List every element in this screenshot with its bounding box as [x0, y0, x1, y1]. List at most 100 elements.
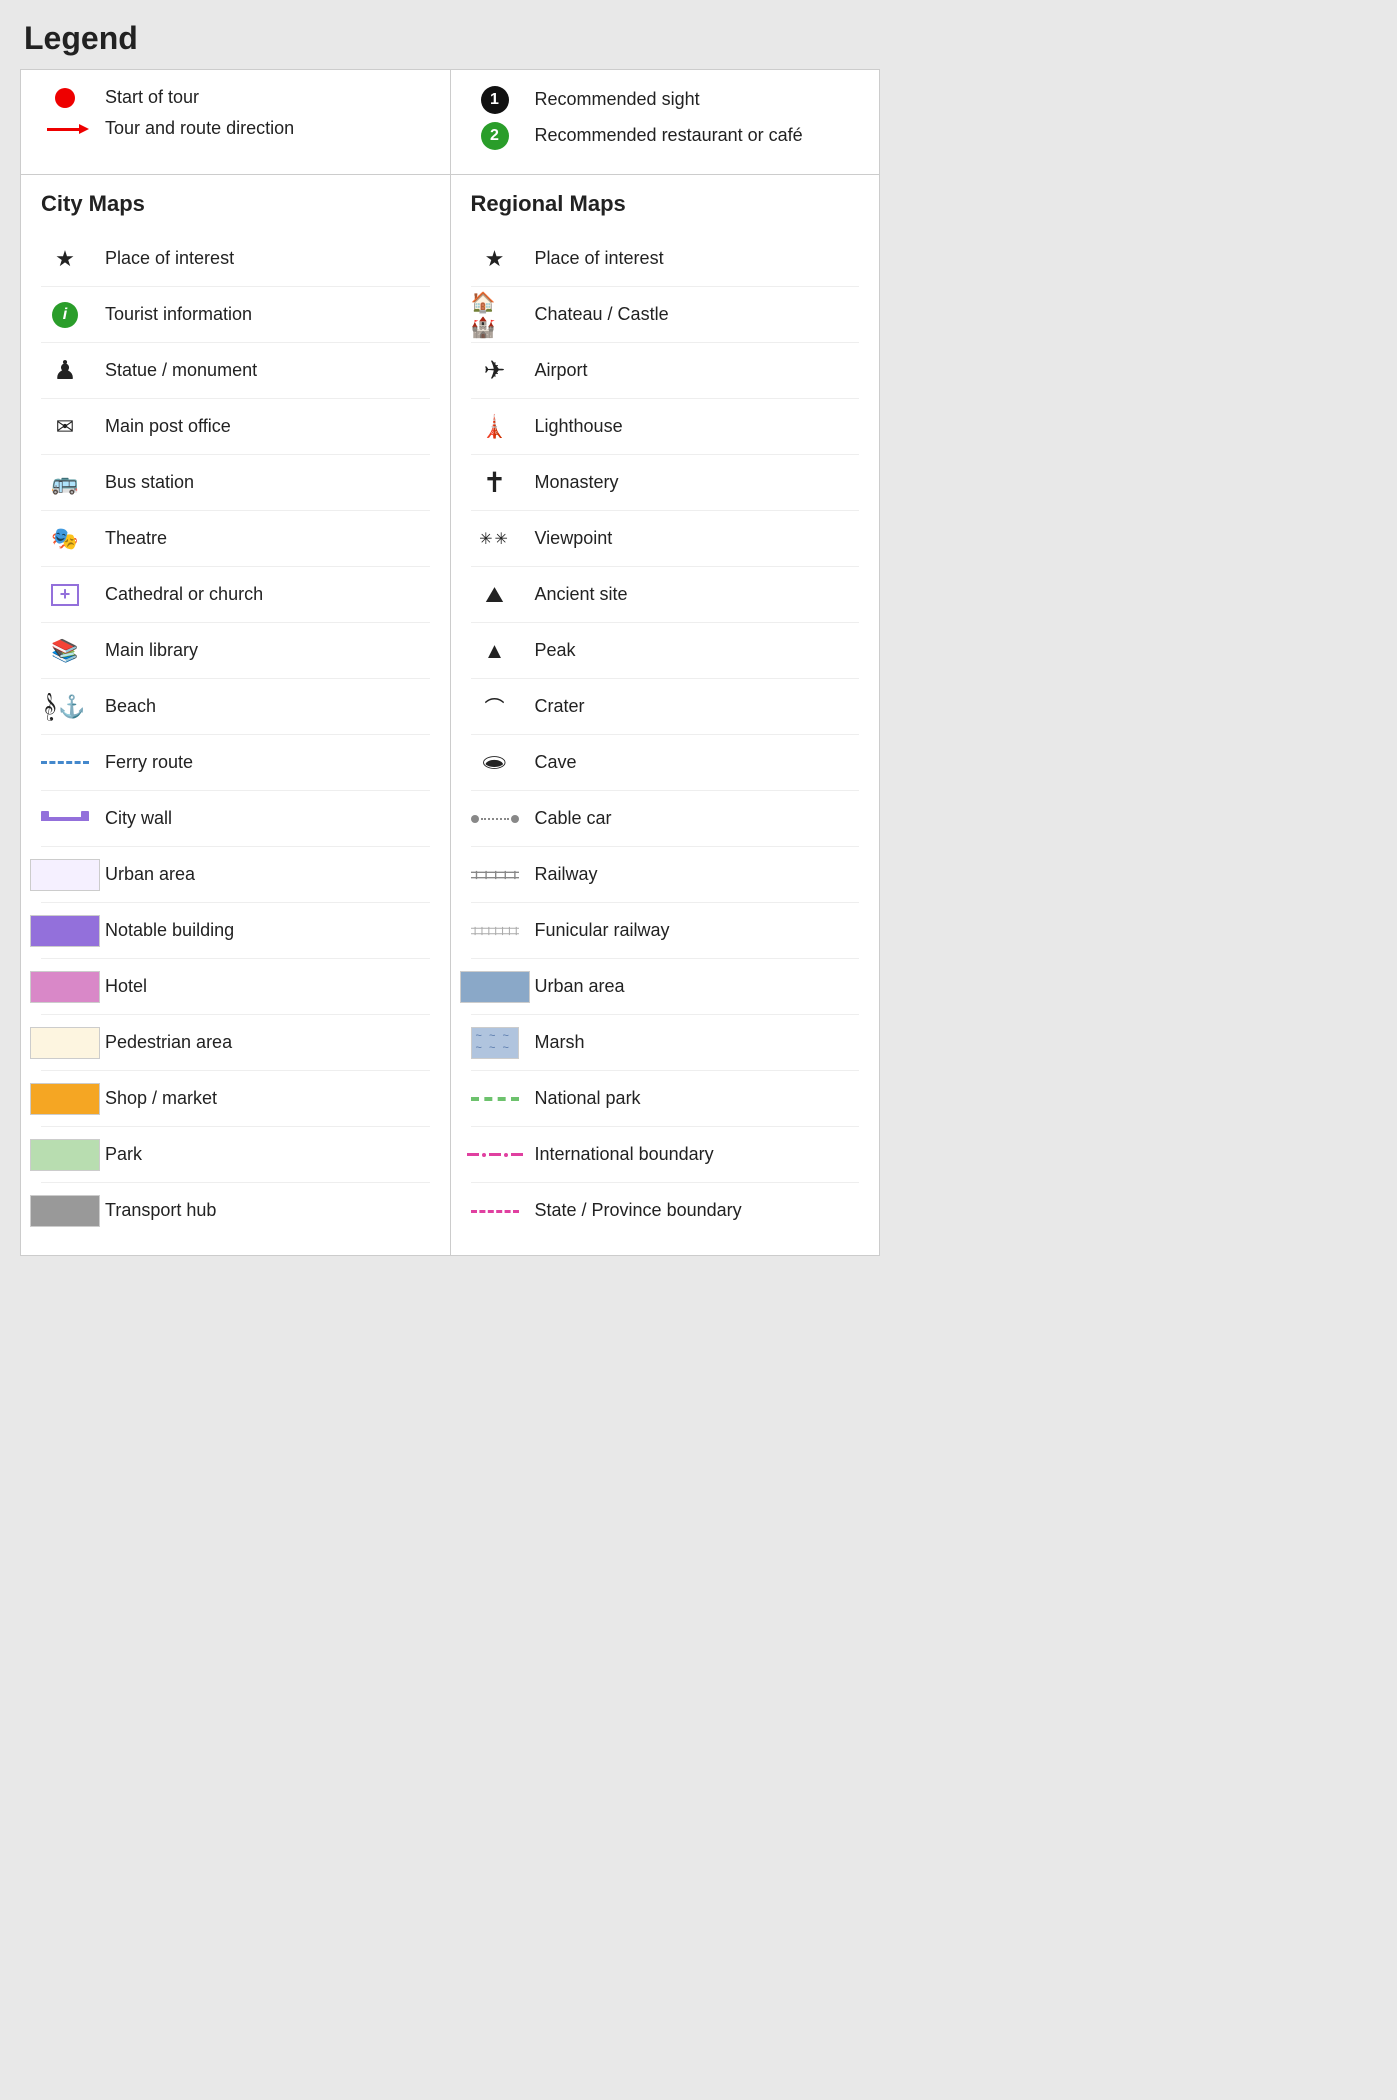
regional-maps-title: Regional Maps — [471, 191, 860, 217]
regional-peak-icon: ▲ — [471, 638, 519, 664]
city-library: 📚 Main library — [41, 623, 430, 679]
regional-monastery-label: Monastery — [535, 471, 619, 494]
start-of-tour-row: Start of tour — [41, 86, 430, 109]
regional-cable-car-icon — [471, 815, 519, 823]
city-library-icon: 📚 — [41, 638, 89, 664]
top-left-panel: Start of tour Tour and route direction — [21, 70, 451, 174]
regional-funicular-icon — [471, 924, 519, 938]
city-wall-label: City wall — [105, 807, 172, 830]
city-ferry-icon — [41, 761, 89, 764]
city-urban-swatch — [41, 859, 89, 891]
city-notable-building: Notable building — [41, 903, 430, 959]
regional-marsh-label: Marsh — [535, 1031, 585, 1054]
regional-airport: ✈ Airport — [471, 343, 860, 399]
city-park-swatch — [41, 1139, 89, 1171]
city-envelope-icon: ✉ — [41, 414, 89, 440]
city-star-icon: ★ — [41, 246, 89, 272]
legend-title: Legend — [20, 20, 880, 57]
city-ferry-label: Ferry route — [105, 751, 193, 774]
regional-national-park-label: National park — [535, 1087, 641, 1110]
regional-urban-label: Urban area — [535, 975, 625, 998]
city-theatre-label: Theatre — [105, 527, 167, 550]
city-shop-swatch — [41, 1083, 89, 1115]
regional-funicular-label: Funicular railway — [535, 919, 670, 942]
city-shop: Shop / market — [41, 1071, 430, 1127]
regional-urban-swatch — [471, 971, 519, 1003]
city-church-icon: + — [41, 584, 89, 606]
city-transport-swatch — [41, 1195, 89, 1227]
red-arrow-icon — [41, 128, 89, 131]
city-theatre: 🎭 Theatre — [41, 511, 430, 567]
city-cathedral: + Cathedral or church — [41, 567, 430, 623]
city-hotel: Hotel — [41, 959, 430, 1015]
city-tourist-info: i Tourist information — [41, 287, 430, 343]
regional-national-park: National park — [471, 1071, 860, 1127]
regional-marsh-swatch — [471, 1027, 519, 1059]
city-pedestrian: Pedestrian area — [41, 1015, 430, 1071]
city-bus-icon: 🚌 — [41, 470, 89, 496]
regional-funicular: Funicular railway — [471, 903, 860, 959]
top-right-panel: 1 Recommended sight 2 Recommended restau… — [451, 70, 880, 174]
regional-intl-boundary-label: International boundary — [535, 1143, 714, 1166]
regional-ancient-site: ⛰ Ancient site — [471, 567, 860, 623]
city-urban-label: Urban area — [105, 863, 195, 886]
regional-railway: Railway — [471, 847, 860, 903]
regional-castle-icon: 🏠🏰 — [471, 290, 519, 340]
city-post-office: ✉ Main post office — [41, 399, 430, 455]
city-bus-station: 🚌 Bus station — [41, 455, 430, 511]
regional-ancient-label: Ancient site — [535, 583, 628, 606]
city-transport-label: Transport hub — [105, 1199, 216, 1222]
regional-monastery: ✝ Monastery — [471, 455, 860, 511]
city-beach-label: Beach — [105, 695, 156, 718]
regional-lighthouse-icon: 🗼 — [471, 414, 519, 440]
start-of-tour-label: Start of tour — [105, 86, 199, 109]
city-pedestrian-swatch — [41, 1027, 89, 1059]
regional-national-park-icon — [471, 1097, 519, 1101]
regional-place-label: Place of interest — [535, 247, 664, 270]
regional-crater-label: Crater — [535, 695, 585, 718]
city-statue-label: Statue / monument — [105, 359, 257, 382]
city-maps-title: City Maps — [41, 191, 430, 217]
city-ferry: Ferry route — [41, 735, 430, 791]
city-notable-swatch — [41, 915, 89, 947]
city-hotel-swatch — [41, 971, 89, 1003]
city-maps-column: City Maps ★ Place of interest i Tourist … — [21, 175, 451, 1255]
city-tourist-label: Tourist information — [105, 303, 252, 326]
city-shop-label: Shop / market — [105, 1087, 217, 1110]
recommended-restaurant-icon: 2 — [471, 122, 519, 150]
regional-airport-icon: ✈ — [471, 355, 519, 386]
city-bus-label: Bus station — [105, 471, 194, 494]
regional-marsh: Marsh — [471, 1015, 860, 1071]
regional-cave-icon: 🕳 — [471, 750, 519, 776]
tour-route-label: Tour and route direction — [105, 117, 294, 140]
regional-ancient-icon: ⛰ — [471, 582, 519, 608]
regional-viewpoint: ✳✳ Viewpoint — [471, 511, 860, 567]
city-theatre-icon: 🎭 — [41, 526, 89, 552]
city-park: Park — [41, 1127, 430, 1183]
regional-intl-boundary-icon — [471, 1153, 519, 1157]
city-post-label: Main post office — [105, 415, 231, 438]
city-cathedral-label: Cathedral or church — [105, 583, 263, 606]
city-place-of-interest: ★ Place of interest — [41, 231, 430, 287]
regional-cave: 🕳 Cave — [471, 735, 860, 791]
recommended-sight-icon: 1 — [471, 86, 519, 114]
regional-railway-label: Railway — [535, 863, 598, 886]
regional-airport-label: Airport — [535, 359, 588, 382]
red-dot-icon — [41, 88, 89, 108]
regional-state-boundary-label: State / Province boundary — [535, 1199, 742, 1222]
regional-state-boundary: State / Province boundary — [471, 1183, 860, 1239]
regional-crater-icon: ⌒ — [471, 692, 519, 721]
city-statue-icon: ♟ — [41, 355, 89, 386]
recommended-restaurant-row: 2 Recommended restaurant or café — [471, 122, 860, 150]
regional-viewpoint-label: Viewpoint — [535, 527, 613, 550]
city-library-label: Main library — [105, 639, 198, 662]
regional-maps-column: Regional Maps ★ Place of interest 🏠🏰 Cha… — [451, 175, 880, 1255]
city-pedestrian-label: Pedestrian area — [105, 1031, 232, 1054]
city-urban-area: Urban area — [41, 847, 430, 903]
regional-viewpoint-icon: ✳✳ — [471, 529, 519, 549]
city-wall-icon — [41, 817, 89, 821]
city-transport-hub: Transport hub — [41, 1183, 430, 1239]
regional-lighthouse: 🗼 Lighthouse — [471, 399, 860, 455]
regional-castle-label: Chateau / Castle — [535, 303, 669, 326]
city-info-icon: i — [41, 302, 89, 328]
